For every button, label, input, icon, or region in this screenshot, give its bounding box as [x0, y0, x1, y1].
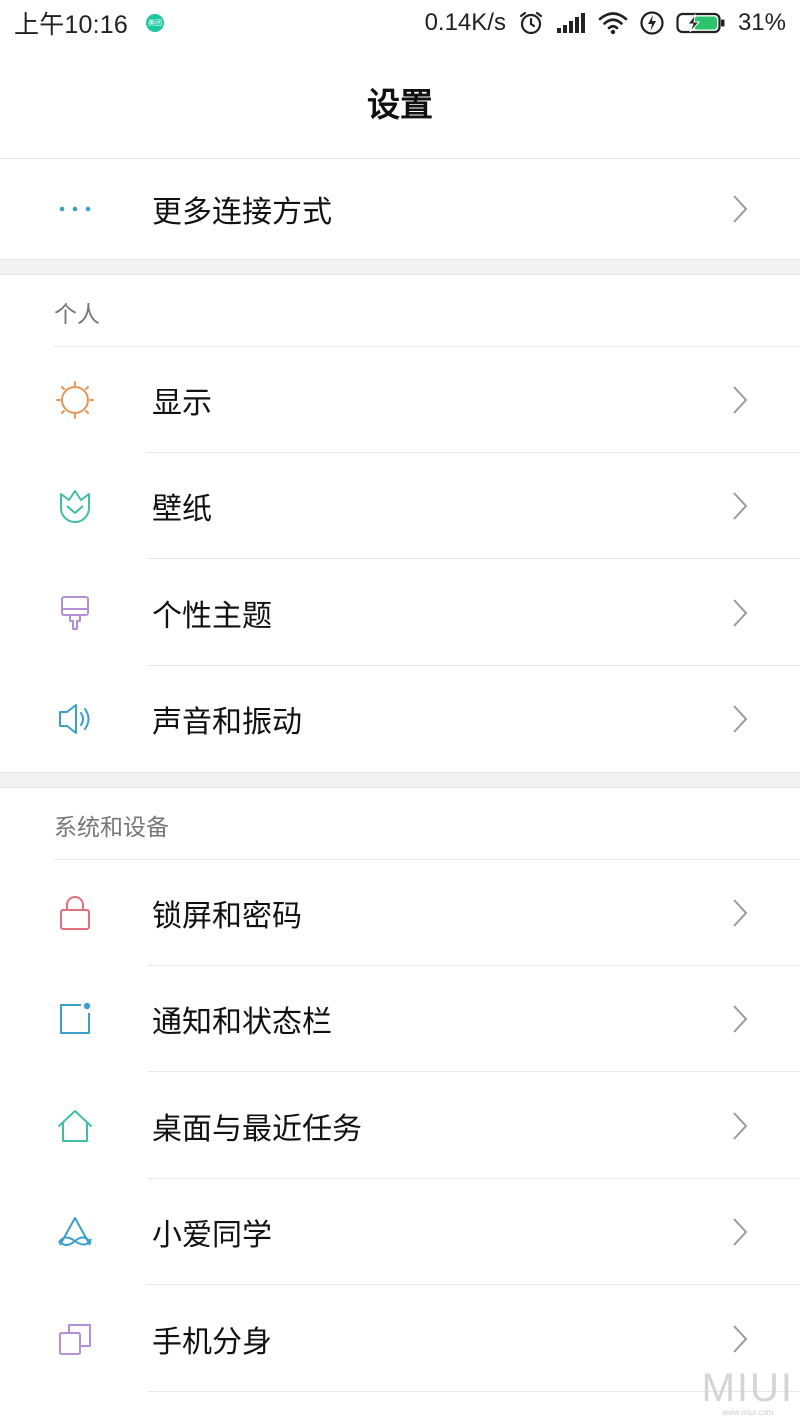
status-time: 上午10:16 [14, 11, 128, 39]
charging-icon [640, 10, 664, 36]
section-header-system-device: 系统和设备 [0, 790, 800, 860]
item-label: 显示 [152, 386, 212, 421]
chevron-right-icon [733, 1218, 748, 1246]
settings-item-notifications-statusbar[interactable]: 通知和状态栏 [0, 966, 800, 1072]
item-label: 小爱同学 [152, 1218, 272, 1253]
settings-item-lockscreen-password[interactable]: 锁屏和密码 [0, 860, 800, 966]
section-gap [0, 259, 800, 275]
chevron-right-icon [733, 705, 748, 733]
notification-icon [54, 998, 96, 1040]
settings-item-dual-apps[interactable]: 手机分身 [0, 1286, 800, 1392]
chevron-right-icon [733, 1112, 748, 1140]
lock-icon [54, 892, 96, 934]
chevron-right-icon [733, 1005, 748, 1033]
status-bar: 上午10:16 美团 0.14K/s 31% [0, 0, 800, 46]
section-title: 系统和设备 [54, 815, 169, 841]
tulip-icon [54, 485, 96, 527]
settings-item-wallpaper[interactable]: 壁纸 [0, 453, 800, 559]
section-title: 个人 [54, 302, 100, 328]
settings-item-display[interactable]: 显示 [0, 347, 800, 453]
sun-icon [54, 379, 96, 421]
item-label: 手机分身 [152, 1325, 272, 1360]
chevron-right-icon [733, 899, 748, 927]
battery-icon [676, 11, 726, 35]
settings-item-xiaoai[interactable]: 小爱同学 [0, 1179, 800, 1285]
item-label: 桌面与最近任务 [152, 1112, 362, 1147]
chevron-right-icon [733, 599, 748, 627]
item-label: 声音和振动 [152, 705, 302, 740]
dual-phone-icon [54, 1318, 96, 1360]
wifi-icon [598, 11, 628, 35]
speaker-icon [54, 698, 96, 740]
chevron-right-icon [733, 492, 748, 520]
section-header-personal: 个人 [0, 277, 800, 347]
chevron-right-icon [733, 386, 748, 414]
title-bar: 设置 [0, 46, 800, 158]
settings-item-more-connections[interactable]: 更多连接方式 [0, 158, 800, 259]
settings-item-sound-vibration[interactable]: 声音和振动 [0, 666, 800, 772]
item-label: 更多连接方式 [152, 194, 332, 230]
settings-item-themes[interactable]: 个性主题 [0, 560, 800, 666]
meituan-notification-icon: 美团 [145, 14, 164, 32]
section-gap [0, 772, 800, 788]
item-label: 通知和状态栏 [152, 1005, 332, 1040]
alarm-icon [518, 10, 544, 36]
item-label: 个性主题 [152, 599, 272, 634]
watermark-brand: MIUI [701, 1366, 794, 1410]
miui-watermark: MIUI www.miui.com [702, 1368, 794, 1418]
chevron-right-icon [733, 1325, 748, 1353]
network-speed: 0.14K/s [424, 9, 506, 36]
item-label: 壁纸 [152, 492, 212, 527]
signal-icon [556, 12, 586, 34]
brush-icon [54, 592, 96, 634]
settings-item-home-recents[interactable]: 桌面与最近任务 [0, 1073, 800, 1179]
home-icon [54, 1105, 96, 1147]
xiaoai-icon [54, 1211, 96, 1253]
item-label: 锁屏和密码 [152, 899, 302, 934]
more-icon [54, 188, 96, 230]
page-title: 设置 [367, 85, 433, 124]
chevron-right-icon [733, 194, 748, 223]
battery-percent: 31% [737, 9, 786, 36]
